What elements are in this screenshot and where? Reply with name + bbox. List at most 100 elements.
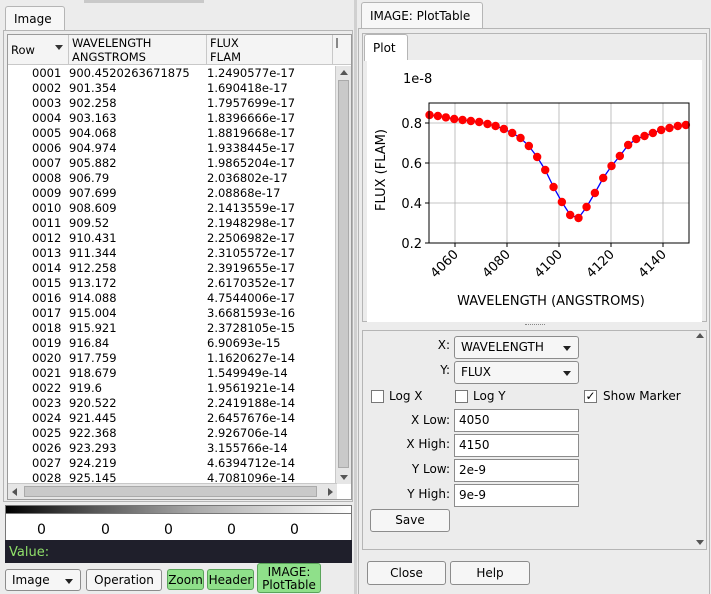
wavelength-cell: 913.172 <box>69 276 117 290</box>
y-axis-select[interactable]: FLUX <box>454 361 579 384</box>
table-row[interactable]: 0015 913.172 2.6170352e-17 <box>8 276 333 291</box>
wavelength-cell: 901.354 <box>69 81 117 95</box>
colorbar[interactable] <box>5 505 352 514</box>
flux-cell: 2.3919655e-17 <box>207 261 296 275</box>
horizontal-scroll-thumb[interactable] <box>24 486 317 497</box>
save-button[interactable]: Save <box>370 509 450 532</box>
col-header-extra[interactable] <box>333 35 351 65</box>
close-button[interactable]: Close <box>367 561 446 585</box>
table-row[interactable]: 0020 917.759 1.1620627e-14 <box>8 351 333 366</box>
row-number-cell: 0020 <box>32 351 62 365</box>
log-x-checkbox[interactable] <box>371 390 384 403</box>
scroll-up-icon[interactable] <box>696 333 704 338</box>
table-row[interactable]: 0004 903.163 1.8396666e-17 <box>8 111 333 126</box>
table-row[interactable]: 0014 912.258 2.3919655e-17 <box>8 261 333 276</box>
table-row[interactable]: 0022 919.6 1.9561921e-14 <box>8 381 333 396</box>
table-row[interactable]: 0026 923.293 3.155766e-14 <box>8 441 333 456</box>
wavelength-cell: 916.84 <box>69 336 110 350</box>
wavelength-cell: 921.445 <box>69 411 117 425</box>
data-table[interactable]: Row WAVELENGTH ANGSTROMS FLUX FLAM 0001 9… <box>7 34 352 500</box>
wavelength-cell: 900.4520263671875 <box>69 66 190 80</box>
wavelength-cell: 919.6 <box>69 381 102 395</box>
y-low-field[interactable]: 2e-9 <box>454 459 579 482</box>
wavelength-cell: 909.52 <box>69 216 110 230</box>
row-number-cell: 0005 <box>32 126 62 140</box>
table-row[interactable]: 0021 918.679 1.549949e-14 <box>8 366 333 381</box>
scroll-right-icon[interactable] <box>328 488 333 496</box>
x-tick-label: 4080 <box>480 247 514 281</box>
data-point <box>441 113 451 122</box>
data-point <box>474 117 484 127</box>
colorbar-tick: 0 <box>37 522 46 538</box>
flux-cell: 1.7957699e-17 <box>207 96 296 110</box>
help-button[interactable]: Help <box>450 561 530 585</box>
operation-button[interactable]: Operation <box>86 569 162 591</box>
table-row[interactable]: 0025 922.368 2.926706e-14 <box>8 426 333 441</box>
tab-plot[interactable]: Plot <box>364 34 408 61</box>
table-row[interactable]: 0010 908.609 2.1413559e-17 <box>8 201 333 216</box>
col-header-flux-name: FLUX <box>210 36 239 50</box>
table-horizontal-scrollbar[interactable] <box>8 483 337 499</box>
table-row[interactable]: 0002 901.354 1.690418e-17 <box>8 81 333 96</box>
row-number-cell: 0026 <box>32 441 62 455</box>
wavelength-cell: 915.921 <box>69 321 117 335</box>
table-row[interactable]: 0018 915.921 2.3728105e-15 <box>8 321 333 336</box>
image-select[interactable]: Image <box>5 569 81 591</box>
flux-cell: 2.3728105e-15 <box>207 321 296 335</box>
plottable-button[interactable]: IMAGE: PlotTable <box>257 563 321 593</box>
data-point <box>565 210 575 220</box>
table-row[interactable]: 0009 907.699 2.08868e-17 <box>8 186 333 201</box>
show-marker-checkbox[interactable]: ✓ <box>584 390 597 403</box>
scroll-up-icon[interactable] <box>340 70 348 75</box>
y-high-field[interactable]: 9e-9 <box>454 484 579 507</box>
tab-image[interactable]: Image <box>5 6 65 31</box>
zoom-button[interactable]: Zoom <box>167 569 204 590</box>
table-row[interactable]: 0005 904.068 1.8819668e-17 <box>8 126 333 141</box>
col-header-row[interactable]: Row <box>8 35 69 65</box>
table-row[interactable]: 0023 920.522 2.2419188e-14 <box>8 396 333 411</box>
colorbar-tick: 0 <box>227 522 236 538</box>
scroll-left-icon[interactable] <box>12 488 17 496</box>
y-axis-label: Y: <box>440 363 450 377</box>
table-row[interactable]: 0013 911.344 2.3105572e-17 <box>8 246 333 261</box>
scroll-down-icon[interactable] <box>696 540 704 545</box>
data-point <box>541 165 550 175</box>
col-header-flux[interactable]: FLUX FLAM <box>207 35 333 65</box>
flux-chart[interactable]: 4060 4080 4100 4120 4140 0.2 0.4 0.6 0.8 1e-8 WAVE… <box>367 60 702 322</box>
table-vertical-scrollbar[interactable] <box>335 66 351 484</box>
tab-image-label: Image <box>14 12 52 26</box>
x-high-field[interactable]: 4150 <box>454 434 579 457</box>
wavelength-cell: 924.219 <box>69 456 117 470</box>
table-row[interactable]: 0001 900.4520263671875 1.2490577e-17 <box>8 66 333 81</box>
table-row[interactable]: 0011 909.52 2.1948298e-17 <box>8 216 333 231</box>
col-header-wavelength[interactable]: WAVELENGTH ANGSTROMS <box>69 35 207 65</box>
plot-canvas[interactable]: 4060 4080 4100 4120 4140 0.2 0.4 0.6 0.8 1e-8 WAVE… <box>367 60 702 322</box>
table-row[interactable]: 0016 914.088 4.7544006e-17 <box>8 291 333 306</box>
pane-divider[interactable] <box>354 0 357 594</box>
vertical-scroll-thumb[interactable] <box>338 80 349 468</box>
splitter-grip[interactable] <box>525 324 545 327</box>
table-row[interactable]: 0019 916.84 6.90693e-15 <box>8 336 333 351</box>
table-row[interactable]: 0008 906.79 2.036802e-17 <box>8 171 333 186</box>
scroll-down-icon[interactable] <box>340 475 348 480</box>
flux-cell: 3.6681593e-16 <box>207 306 296 320</box>
row-number-cell: 0012 <box>32 231 62 245</box>
table-body: 0001 900.4520263671875 1.2490577e-17 0002 90… <box>8 66 333 486</box>
header-button[interactable]: Header <box>207 569 254 590</box>
log-y-checkbox[interactable] <box>455 390 468 403</box>
table-row[interactable]: 0007 905.882 1.9865204e-17 <box>8 156 333 171</box>
data-point <box>590 188 600 198</box>
x-high-value: 4150 <box>459 438 490 452</box>
row-number-cell: 0016 <box>32 291 62 305</box>
table-row[interactable]: 0003 902.258 1.7957699e-17 <box>8 96 333 111</box>
tab-plottable[interactable]: IMAGE: PlotTable <box>361 2 483 29</box>
hidden-tab-stub <box>84 0 204 3</box>
table-row[interactable]: 0027 924.219 4.6394712e-14 <box>8 456 333 471</box>
table-row[interactable]: 0017 915.004 3.6681593e-16 <box>8 306 333 321</box>
x-low-field[interactable]: 4050 <box>454 409 579 432</box>
table-row[interactable]: 0006 904.974 1.9338445e-17 <box>8 141 333 156</box>
table-row[interactable]: 0012 910.431 2.2506982e-17 <box>8 231 333 246</box>
table-row[interactable]: 0024 921.445 2.6457676e-14 <box>8 411 333 426</box>
x-axis-select[interactable]: WAVELENGTH <box>454 336 579 359</box>
row-number-cell: 0010 <box>32 201 62 215</box>
